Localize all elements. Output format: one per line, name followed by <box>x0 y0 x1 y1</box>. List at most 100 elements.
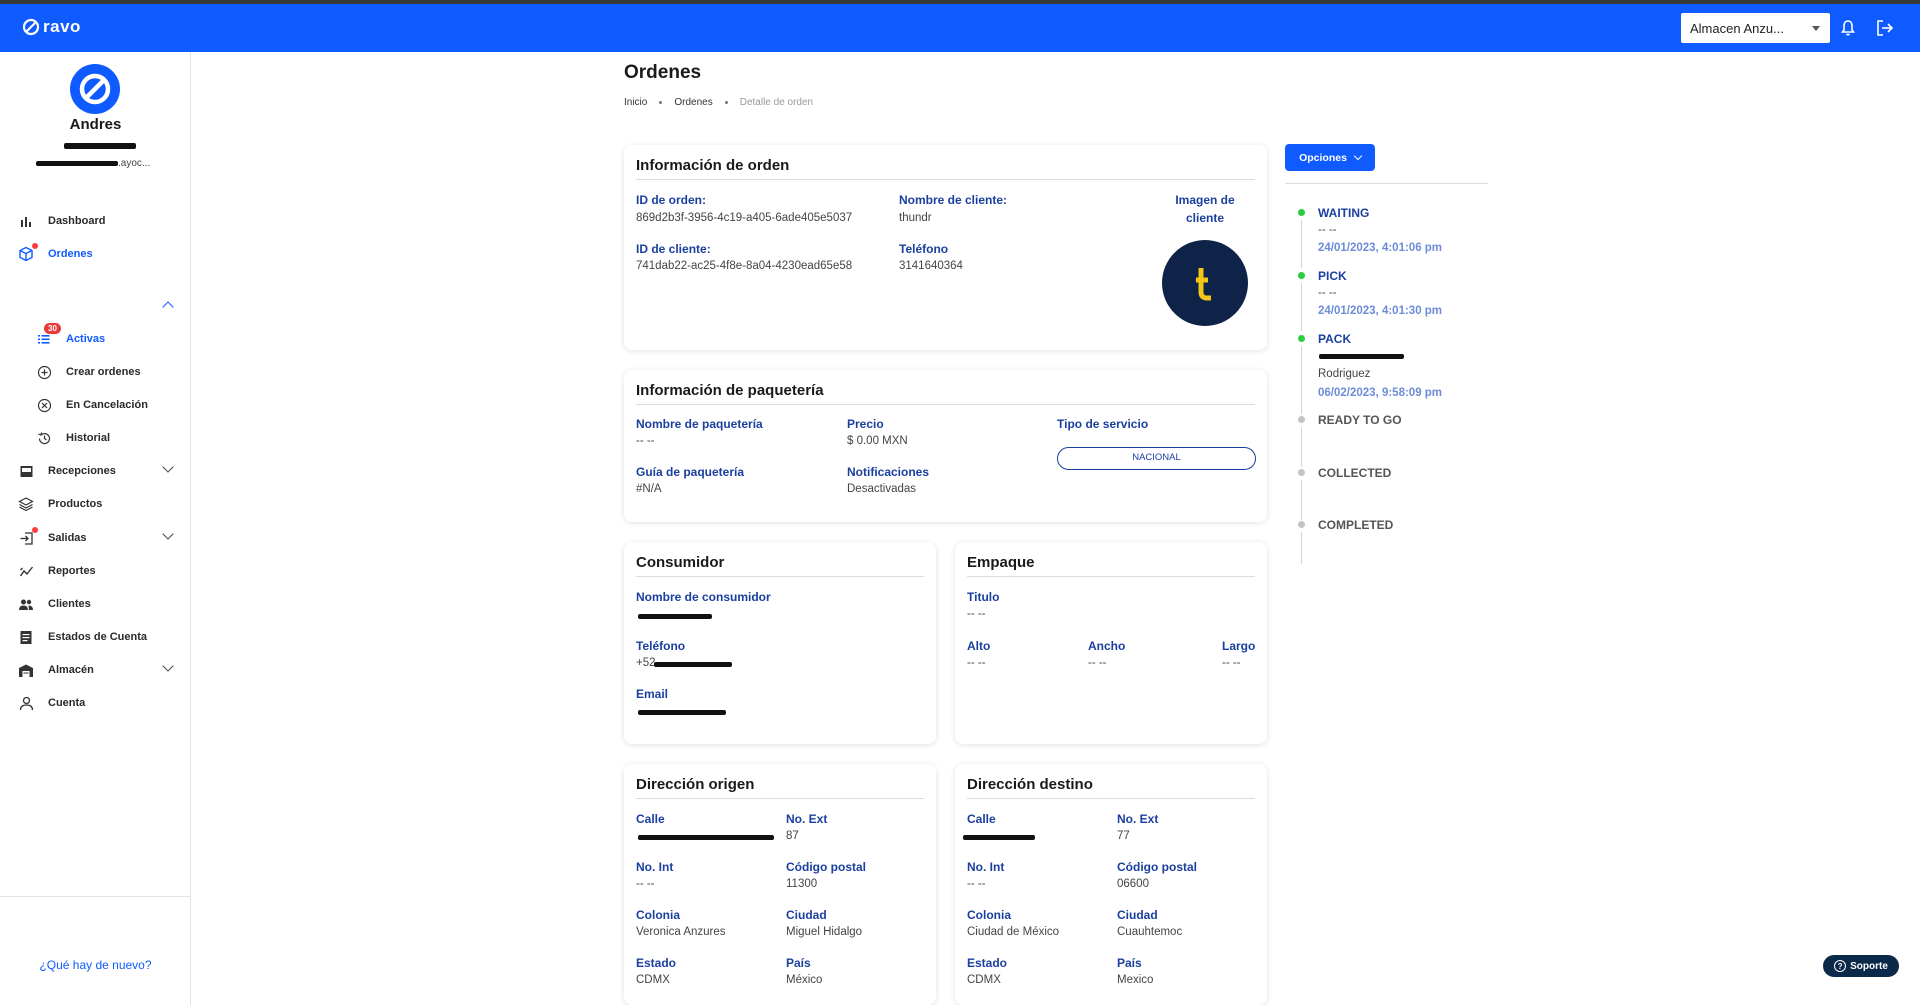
sidebar-item-recepciones[interactable]: Recepciones <box>18 462 116 480</box>
user-email: .ayoc... <box>118 158 151 169</box>
chevron-down-icon <box>1353 151 1363 160</box>
page-title: Ordenes <box>624 62 702 83</box>
card-divider <box>967 798 1255 799</box>
exit-icon <box>18 527 38 546</box>
whats-new-link[interactable]: ¿Qué hay de nuevo? <box>0 958 191 972</box>
destination-int-value: -- -- <box>967 878 986 890</box>
inbox-icon <box>18 463 34 479</box>
user-avatar[interactable] <box>70 64 120 114</box>
card-divider <box>967 576 1255 577</box>
sidebar-item-productos[interactable]: Productos <box>18 495 102 513</box>
ravo-logo-icon <box>22 18 40 36</box>
order-id-value: 869d2b3f-3956-4c19-a405-6ade405e5037 <box>636 212 853 224</box>
notification-dot <box>32 243 38 249</box>
origin-ext-value: 87 <box>786 830 799 842</box>
sidebar-item-estados-de-cuenta[interactable]: Estados de Cuenta <box>18 628 147 646</box>
history-icon <box>36 430 52 446</box>
service-type-badge: NACIONAL <box>1057 447 1256 470</box>
origin-state-label: Estado <box>636 956 677 970</box>
sidebar-item-label: Recepciones <box>48 465 116 477</box>
options-button[interactable]: Opciones <box>1285 144 1375 171</box>
support-button[interactable]: ? Soporte <box>1823 955 1899 977</box>
notifications-label: Notificaciones <box>847 465 930 479</box>
sidebar-divider <box>0 896 191 897</box>
chevron-down-icon[interactable] <box>162 461 174 473</box>
service-type-label: Tipo de servicio <box>1057 417 1149 431</box>
app-logo[interactable]: ravo <box>22 17 81 37</box>
sidebar-item-clientes[interactable]: Clientes <box>18 595 91 613</box>
redacted-email <box>36 161 118 166</box>
client-name-value: thundr <box>899 212 932 224</box>
length-label: Largo <box>1222 639 1256 653</box>
destination-colonia-value: Ciudad de México <box>967 926 1060 938</box>
client-phone-label: Teléfono <box>899 242 949 256</box>
caret-down-icon <box>1812 26 1820 31</box>
sidebar-subitem-en-cancelacion[interactable]: En Cancelación <box>36 396 148 414</box>
sidebar-item-label: Estados de Cuenta <box>48 631 148 643</box>
origin-colonia-label: Colonia <box>636 908 680 922</box>
timeline-date: 24/01/2023, 4:01:06 pm <box>1318 242 1443 254</box>
destination-city-label: Ciudad <box>1117 908 1158 922</box>
breadcrumb-current: Detalle de orden <box>739 97 814 108</box>
card-title: Información de orden <box>636 157 790 174</box>
timeline-user: -- -- <box>1318 224 1337 236</box>
client-id-label: ID de cliente: <box>636 242 711 256</box>
sidebar-item-ordenes[interactable]: Ordenes <box>18 243 93 263</box>
sidebar: Andres .ayoc... Dashboard Ordenes 30 Act… <box>0 52 191 1005</box>
origin-zip-label: Código postal <box>786 860 866 874</box>
destination-address-card: Dirección destino Calle No. Ext 77 No. I… <box>955 764 1267 1005</box>
sidebar-item-label: En Cancelación <box>66 399 148 411</box>
breadcrumb-inicio[interactable]: Inicio <box>624 97 647 108</box>
bell-icon[interactable] <box>1840 19 1856 37</box>
consumer-phone-label: Teléfono <box>636 639 686 653</box>
sidebar-item-label: Salidas <box>48 532 87 544</box>
sidebar-item-salidas[interactable]: Salidas <box>18 527 87 547</box>
chevron-up-icon[interactable] <box>162 301 174 313</box>
sidebar-item-label: Crear ordenes <box>66 366 141 378</box>
origin-street-label: Calle <box>636 812 665 826</box>
sidebar-item-dashboard[interactable]: Dashboard <box>18 212 105 230</box>
sidebar-item-almacen[interactable]: Almacén <box>18 661 94 679</box>
timeline-status-waiting: WAITING <box>1318 206 1370 220</box>
redacted-destination-street <box>963 835 1035 840</box>
origin-zip-value: 11300 <box>786 878 818 890</box>
carrier-value: -- -- <box>636 435 655 447</box>
packaging-card: Empaque Titulo -- -- Alto -- -- Ancho --… <box>955 542 1267 744</box>
sidebar-subitem-crear-ordenes[interactable]: Crear ordenes <box>36 363 141 381</box>
price-value: $ 0.00 MXN <box>847 435 908 447</box>
sidebar-item-cuenta[interactable]: Cuenta <box>18 694 85 712</box>
timeline-dot-pending <box>1298 469 1305 476</box>
card-title: Empaque <box>967 554 1035 571</box>
destination-city-value: Cuauhtemoc <box>1117 926 1183 938</box>
height-value: -- -- <box>967 657 986 669</box>
sidebar-item-label: Dashboard <box>48 215 106 227</box>
sidebar-item-label: Cuenta <box>48 697 86 709</box>
guide-value: #N/A <box>636 483 662 495</box>
cancel-circle-icon <box>36 397 52 413</box>
logout-icon[interactable] <box>1876 19 1894 37</box>
breadcrumb-ordenes[interactable]: Ordenes <box>674 97 712 108</box>
origin-city-value: Miguel Hidalgo <box>786 926 863 938</box>
sidebar-item-reportes[interactable]: Reportes <box>18 562 96 580</box>
chevron-down-icon[interactable] <box>162 528 174 540</box>
timeline-connector <box>1301 283 1302 331</box>
bar-chart-icon <box>18 213 34 229</box>
client-id-value: 741dab22-ac25-4f8e-8a04-4230ead65e58 <box>636 260 853 272</box>
consumer-card: Consumidor Nombre de consumidor Teléfono… <box>624 542 936 744</box>
card-title: Consumidor <box>636 554 725 571</box>
timeline-status-completed: COMPLETED <box>1318 518 1394 532</box>
sidebar-subitem-activas[interactable]: 30 Activas <box>36 323 105 348</box>
destination-ext-label: No. Ext <box>1117 812 1159 826</box>
consumer-email-label: Email <box>636 687 669 701</box>
sidebar-item-label: Reportes <box>48 565 96 577</box>
store-select[interactable]: Almacen Anzu... <box>1681 13 1830 43</box>
destination-int-label: No. Int <box>967 860 1005 874</box>
price-label: Precio <box>847 417 884 431</box>
timeline-connector <box>1301 532 1302 564</box>
chevron-down-icon[interactable] <box>162 660 174 672</box>
redacted-consumer-email <box>638 710 726 715</box>
destination-state-label: Estado <box>967 956 1008 970</box>
sidebar-subitem-historial[interactable]: Historial <box>36 429 110 447</box>
list-icon: 30 <box>36 323 61 347</box>
destination-country-value: Mexico <box>1117 974 1154 986</box>
